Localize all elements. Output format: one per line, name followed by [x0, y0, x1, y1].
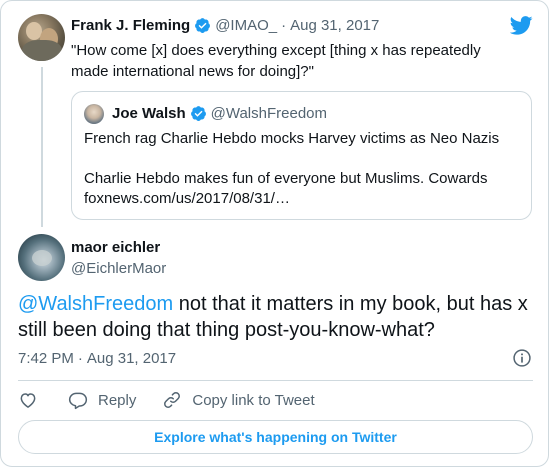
quoted-tweet-text: French rag Charlie Hebdo mocks Harvey vi…: [84, 129, 524, 209]
author-name: Joe Walsh: [112, 105, 186, 122]
explore-button[interactable]: Explore what's happening on Twitter: [18, 420, 533, 454]
copy-link-button[interactable]: Copy link to Tweet: [162, 390, 315, 410]
avatar[interactable]: [18, 234, 65, 281]
author-name[interactable]: maor eichler: [71, 239, 160, 256]
quoted-tweet-header: Joe Walsh @WalshFreedom: [112, 105, 327, 122]
embedded-tweet-card: Frank J. Fleming @IMAO_ · Aug 31, 2017 "…: [0, 0, 549, 467]
thread-connector-line: [41, 67, 43, 227]
reply-label: Reply: [98, 391, 137, 409]
avatar[interactable]: [18, 14, 65, 61]
like-button[interactable]: [18, 390, 38, 410]
parent-tweet-header: Frank J. Fleming @IMAO_ · Aug 31, 2017: [71, 17, 379, 34]
main-tweet-text: @WalshFreedom not that it matters in my …: [18, 291, 533, 343]
divider: [18, 380, 533, 381]
link-icon: [164, 392, 181, 408]
separator-dot: ·: [281, 17, 287, 34]
parent-tweet-text: "How come [x] does everything except [th…: [71, 42, 481, 80]
author-name[interactable]: Frank J. Fleming: [71, 17, 190, 34]
tweet-date[interactable]: Aug 31, 2017: [87, 350, 176, 367]
tweet-date[interactable]: Aug 31, 2017: [290, 17, 379, 34]
quoted-tweet[interactable]: Joe Walsh @WalshFreedom French rag Charl…: [71, 91, 532, 220]
verified-badge-icon: [195, 18, 211, 33]
quoted-tweet-link[interactable]: foxnews.com/us/2017/08/31/…: [84, 189, 524, 209]
tweet-time[interactable]: 7:42 PM: [18, 350, 74, 367]
separator-dot: ·: [77, 350, 83, 367]
verified-badge-icon: [190, 106, 206, 121]
avatar: [84, 104, 104, 124]
author-handle[interactable]: @EichlerMaor: [71, 260, 166, 277]
author-handle[interactable]: @IMAO_: [215, 17, 277, 34]
quoted-tweet-line: French rag Charlie Hebdo mocks Harvey vi…: [84, 130, 500, 147]
reply-bubble-icon: [68, 392, 88, 410]
mention-link[interactable]: @WalshFreedom: [18, 293, 173, 315]
quoted-tweet-line: Charlie Hebdo makes fun of everyone but …: [84, 170, 488, 187]
twitter-bird-icon[interactable]: [510, 16, 533, 35]
tweet-timestamp[interactable]: 7:42 PM · Aug 31, 2017: [18, 350, 176, 367]
author-handle: @WalshFreedom: [210, 105, 328, 122]
reply-button[interactable]: Reply: [68, 390, 136, 410]
heart-icon: [20, 393, 36, 408]
info-icon[interactable]: [512, 348, 532, 368]
tweet-actions: Reply Copy link to Tweet: [18, 389, 341, 411]
copy-link-label: Copy link to Tweet: [192, 391, 315, 409]
